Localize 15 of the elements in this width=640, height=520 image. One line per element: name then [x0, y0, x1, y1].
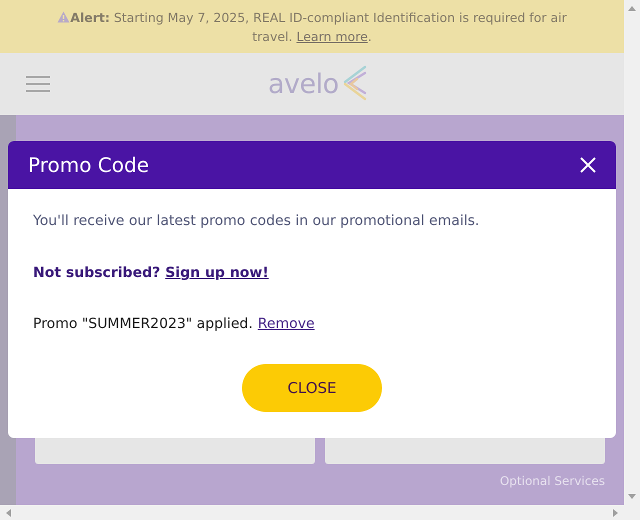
- scroll-left-icon[interactable]: [6, 508, 11, 516]
- intro-text: You'll receive our latest promo codes in our promotional emails.: [33, 212, 480, 231]
- subscribe-prompt: Not subscribed?: [33, 264, 160, 283]
- warning-icon: [57, 10, 70, 22]
- scroll-up-icon[interactable]: [628, 6, 636, 11]
- close-button[interactable]: CLOSE: [242, 364, 382, 412]
- dialog-title: Promo Code: [28, 153, 150, 177]
- close-icon[interactable]: [580, 157, 596, 173]
- sign-up-link[interactable]: Sign up now!: [165, 263, 269, 283]
- scroll-down-icon[interactable]: [628, 494, 636, 499]
- menu-icon[interactable]: [26, 75, 50, 93]
- remove-link[interactable]: Remove: [258, 314, 315, 334]
- alert-message: Alert: Starting May 7, 2025, REAL ID-compliant Identification is required for air travel. Learn more.: [30, 8, 594, 46]
- promo-status: Promo "SUMMER2023" applied.: [33, 315, 253, 334]
- scroll-right-icon[interactable]: [613, 508, 618, 516]
